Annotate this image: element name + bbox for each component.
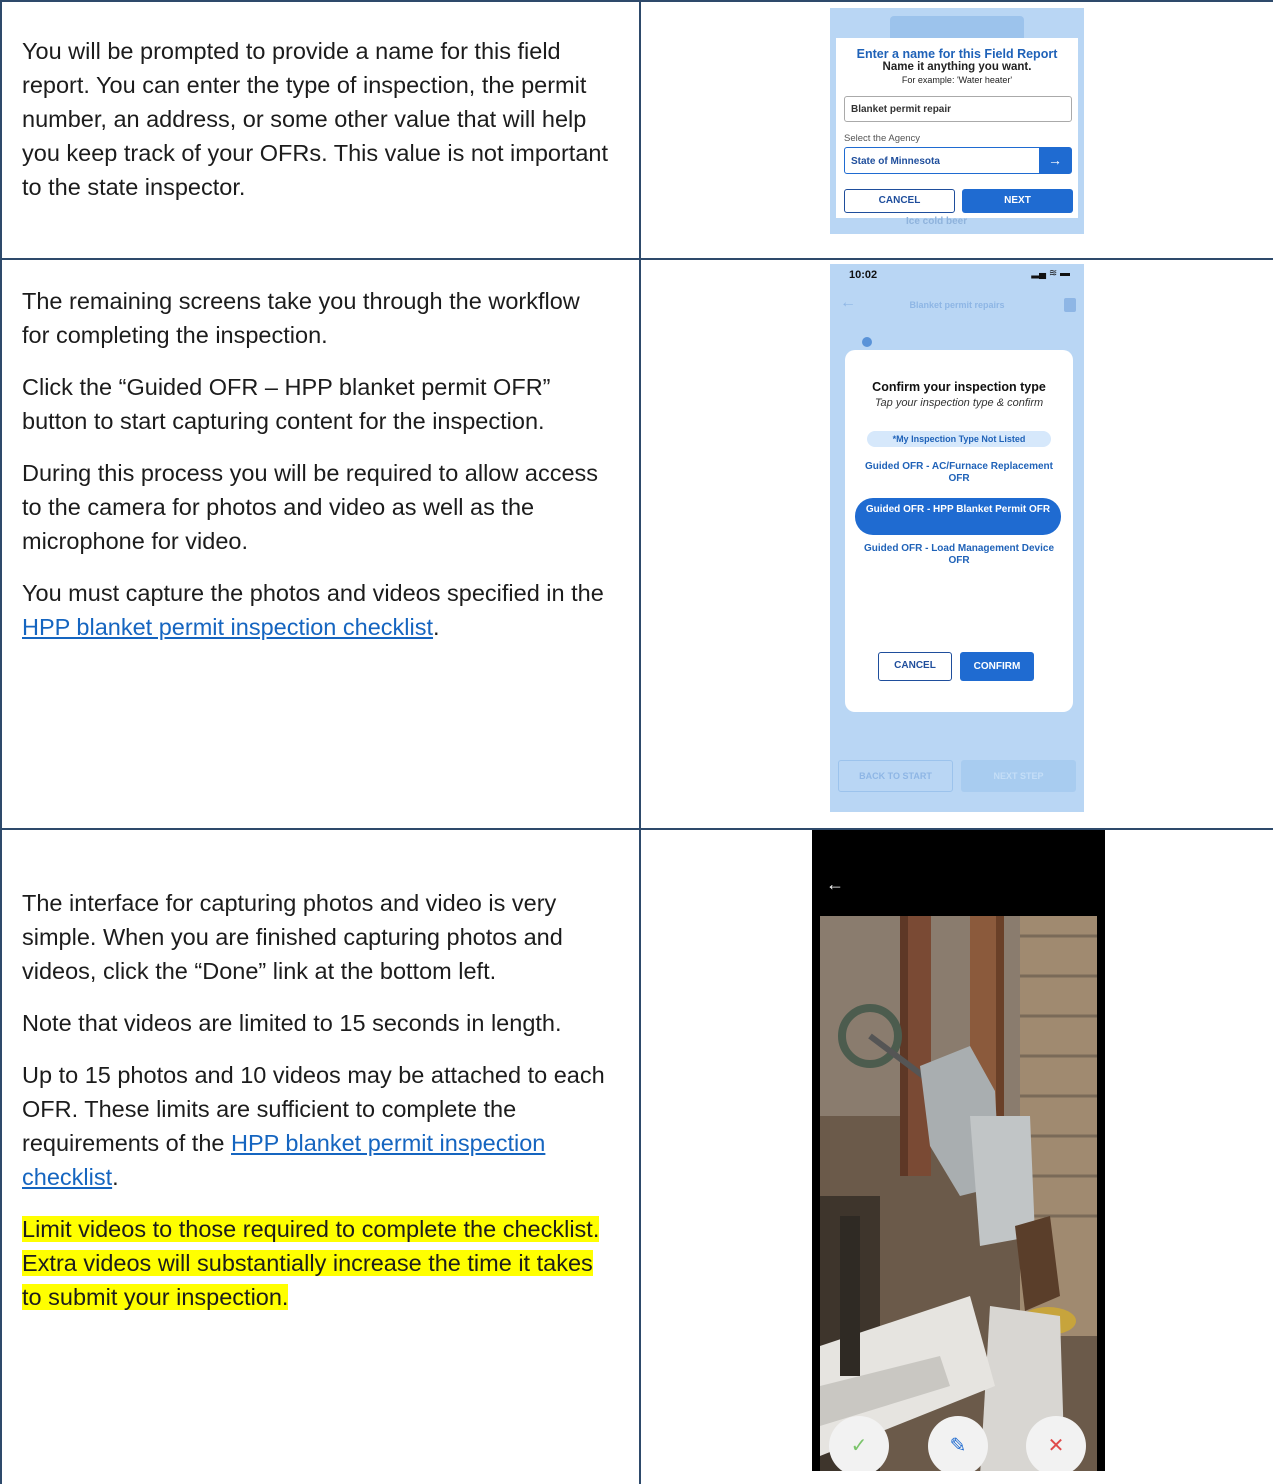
option-hpp-blanket-permit[interactable]: Guided OFR - HPP Blanket Permit OFR bbox=[855, 498, 1061, 535]
dialog-title: Confirm your inspection type bbox=[872, 380, 1046, 394]
row3-paragraph-3: Up to 15 photos and 10 videos may be att… bbox=[22, 1058, 612, 1194]
accept-check-button[interactable]: ✓ bbox=[829, 1416, 889, 1471]
row2-paragraph-1: The remaining screens take you through t… bbox=[22, 288, 580, 348]
option-load-management[interactable]: Guided OFR - Load Management Device OFR bbox=[855, 543, 1063, 567]
next-button[interactable]: NEXT bbox=[962, 189, 1073, 213]
cancel-button[interactable]: CANCEL bbox=[878, 652, 952, 681]
row2-text-cell: The remaining screens take you through t… bbox=[22, 284, 612, 662]
step-indicator-dot bbox=[862, 337, 872, 347]
name-report-screenshot: Enter a name for this Field Report Name … bbox=[830, 8, 1084, 234]
back-to-start-button[interactable]: BACK TO START bbox=[838, 760, 953, 792]
next-step-button[interactable]: NEXT STEP bbox=[961, 760, 1076, 792]
row2-paragraph-2: Click the “Guided OFR – HPP blanket perm… bbox=[22, 374, 551, 434]
captured-pipe-photo bbox=[820, 916, 1097, 1471]
edit-pencil-button[interactable]: ✎ bbox=[928, 1416, 988, 1471]
name-report-dialog: Enter a name for this Field Report Name … bbox=[836, 38, 1078, 218]
row3-paragraph-1: The interface for capturing photos and v… bbox=[22, 890, 563, 984]
status-icons: ▂▄ ≋ ▬ bbox=[1031, 268, 1070, 279]
row3-paragraph-2: Note that videos are limited to 15 secon… bbox=[22, 1010, 562, 1036]
row2-paragraph-4-text: You must capture the photos and videos s… bbox=[22, 580, 604, 606]
row3-paragraph-4: Limit videos to those required to comple… bbox=[22, 1212, 612, 1314]
agency-label: Select the Agency bbox=[844, 133, 921, 144]
status-time: 10:02 bbox=[849, 269, 878, 281]
photo-capture-screenshot: ← ✓ ✎ ✕ bbox=[812, 830, 1105, 1471]
agency-select[interactable]: State of Minnesota → bbox=[844, 147, 1072, 174]
option-ac-furnace[interactable]: Guided OFR - AC/Furnace Replacement OFR bbox=[855, 461, 1063, 485]
row2-paragraph-4-end: . bbox=[433, 614, 440, 640]
trash-icon[interactable] bbox=[1064, 298, 1076, 312]
agency-value: State of Minnesota bbox=[851, 156, 940, 167]
screen-title: Blanket permit repairs bbox=[909, 300, 1005, 310]
cancel-button[interactable]: CANCEL bbox=[844, 189, 955, 213]
highlighted-warning: Limit videos to those required to comple… bbox=[22, 1216, 600, 1310]
row3-paragraph-3-end: . bbox=[112, 1164, 119, 1190]
row1-text-cell: You will be prompted to provide a name f… bbox=[22, 34, 612, 222]
not-listed-option[interactable]: *My Inspection Type Not Listed bbox=[867, 431, 1051, 447]
background-item: Ice cold beer bbox=[906, 216, 968, 227]
row2-paragraph-4: You must capture the photos and videos s… bbox=[22, 576, 612, 644]
row1-paragraph: You will be prompted to provide a name f… bbox=[22, 38, 609, 200]
back-arrow-icon[interactable]: ← bbox=[826, 874, 844, 895]
inspection-type-screenshot: 10:02 ▂▄ ≋ ▬ ← Blanket permit repairs Co… bbox=[830, 264, 1084, 812]
report-name-input[interactable]: Blanket permit repair bbox=[844, 96, 1072, 122]
dialog-subtitle: Name it anything you want. bbox=[882, 61, 1032, 73]
arrow-right-icon[interactable]: → bbox=[1039, 148, 1071, 173]
confirm-button[interactable]: CONFIRM bbox=[960, 652, 1034, 681]
dialog-example: For example: 'Water heater' bbox=[901, 75, 1013, 85]
dialog-title: Enter a name for this Field Report bbox=[856, 47, 1058, 61]
row3-text-cell: The interface for capturing photos and v… bbox=[22, 886, 612, 1332]
row2-paragraph-3: During this process you will be required… bbox=[22, 460, 599, 554]
delete-x-button[interactable]: ✕ bbox=[1026, 1416, 1086, 1471]
checklist-link[interactable]: HPP blanket permit inspection checklist bbox=[22, 614, 433, 640]
confirm-type-dialog: Confirm your inspection type Tap your in… bbox=[845, 350, 1073, 712]
dialog-subtitle: Tap your inspection type & confirm bbox=[874, 397, 1044, 409]
